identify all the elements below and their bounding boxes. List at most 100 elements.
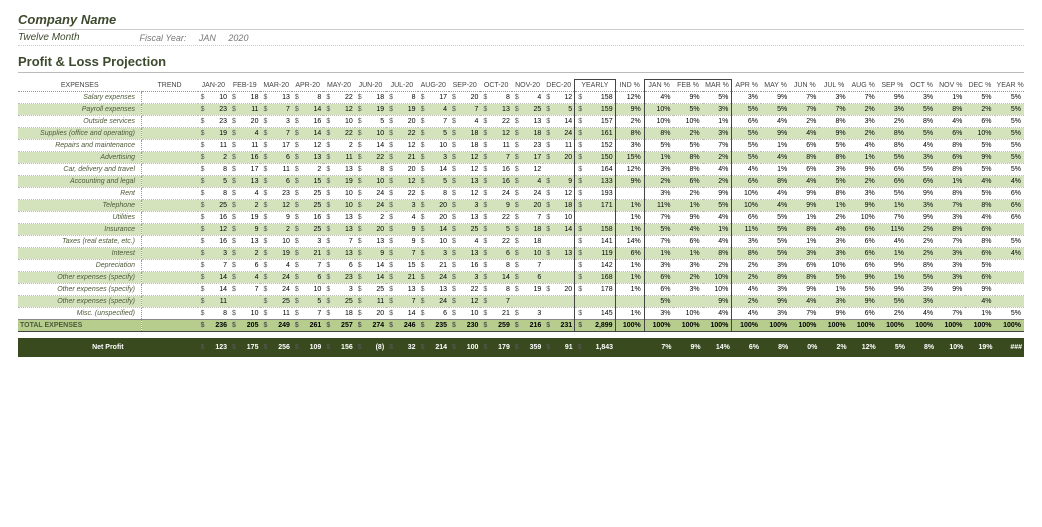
table-row: Utilities$16$19$9$16$13$2$4$20$13$22$7$1…: [18, 212, 1024, 224]
col-month: OCT-20: [480, 80, 511, 92]
money-cell: $21: [480, 308, 511, 320]
pct-cell: 5%: [732, 128, 761, 140]
row-label: Repairs and maintenance: [18, 140, 142, 152]
pct-cell: 8%: [878, 140, 907, 152]
money-cell: $8: [418, 188, 449, 200]
pct-cell: 9%: [878, 92, 907, 104]
money-cell: $141: [575, 236, 615, 248]
money-cell: $6: [512, 272, 543, 284]
money-cell: $20: [543, 152, 574, 164]
pct-cell: 4%: [790, 128, 819, 140]
table-row: Interest$3$2$19$21$13$9$7$3$13$6$10$13$1…: [18, 248, 1024, 260]
money-cell: [543, 296, 574, 308]
row-label: Other expenses (specify): [18, 296, 142, 308]
money-cell: $256: [260, 338, 291, 357]
money-cell: $13: [323, 224, 354, 236]
pct-cell: 3%: [936, 248, 965, 260]
pct-cell: 3%: [907, 284, 936, 296]
pct-cell: 5%: [761, 104, 790, 116]
money-cell: $14: [198, 284, 229, 296]
pct-cell: 3%: [761, 308, 790, 320]
money-cell: $3: [449, 272, 480, 284]
money-cell: $20: [355, 224, 386, 236]
pct-cell: 100%: [819, 320, 848, 332]
pct-cell: 4%: [965, 212, 994, 224]
money-cell: $4: [449, 116, 480, 128]
pct-cell: 7%: [644, 212, 673, 224]
money-cell: $19: [198, 128, 229, 140]
pct-cell: 5%: [673, 104, 702, 116]
money-cell: [543, 272, 574, 284]
pct-cell: 5%: [995, 152, 1024, 164]
pct-cell: 2%: [849, 104, 878, 116]
pct-cell: 1%: [819, 284, 848, 296]
money-cell: $20: [418, 212, 449, 224]
money-cell: $91: [543, 338, 574, 357]
money-cell: $4: [386, 212, 417, 224]
pct-cell: 2%: [790, 116, 819, 128]
money-cell: $10: [323, 188, 354, 200]
money-cell: $4: [512, 176, 543, 188]
money-cell: $7: [480, 152, 511, 164]
col-trend: TREND: [142, 80, 198, 92]
pct-cell: 7%: [790, 92, 819, 104]
money-cell: $11: [260, 164, 291, 176]
money-cell: $18: [512, 236, 543, 248]
money-cell: $8: [386, 92, 417, 104]
money-cell: $22: [449, 284, 480, 296]
money-cell: $133: [575, 176, 615, 188]
col-pct: JUL %: [819, 80, 848, 92]
pct-cell: 5%: [732, 140, 761, 152]
pct-cell: 4%: [732, 284, 761, 296]
money-cell: $10: [355, 128, 386, 140]
pct-cell: 11%: [644, 200, 673, 212]
money-cell: $20: [512, 200, 543, 212]
pct-cell: 3%: [819, 236, 848, 248]
pct-cell: 9%: [878, 284, 907, 296]
money-cell: $20: [386, 164, 417, 176]
money-cell: $11: [198, 296, 229, 308]
pct-cell: 7%: [703, 140, 732, 152]
money-cell: $22: [323, 128, 354, 140]
table-row: Supplies (office and operating)$19$4$7$1…: [18, 128, 1024, 140]
pct-cell: 9%: [615, 176, 644, 188]
money-cell: $13: [292, 152, 323, 164]
trend-cell: [142, 104, 198, 116]
col-pct: FEB %: [673, 80, 702, 92]
money-cell: $20: [543, 284, 574, 296]
trend-cell: [142, 188, 198, 200]
pct-cell: 6%: [965, 248, 994, 260]
money-cell: $150: [575, 152, 615, 164]
pct-cell: 8%: [790, 272, 819, 284]
pct-cell: 8%: [936, 224, 965, 236]
pct-cell: 5%: [995, 104, 1024, 116]
money-cell: $12: [512, 164, 543, 176]
pct-cell: 4%: [878, 236, 907, 248]
pct-cell: 10%: [732, 188, 761, 200]
money-cell: $6: [418, 308, 449, 320]
col-month: FEB-19: [229, 80, 260, 92]
trend-cell: [142, 116, 198, 128]
money-cell: $18: [449, 128, 480, 140]
pct-cell: 8%: [965, 236, 994, 248]
pct-cell: 8%: [703, 248, 732, 260]
pct-cell: 8%: [965, 200, 994, 212]
money-cell: $14: [355, 260, 386, 272]
money-cell: $168: [575, 272, 615, 284]
money-cell: $18: [512, 224, 543, 236]
money-cell: $25: [292, 188, 323, 200]
pct-cell: 6%: [965, 224, 994, 236]
money-cell: $9: [480, 200, 511, 212]
money-cell: $19: [260, 248, 291, 260]
money-cell: $10: [260, 236, 291, 248]
pct-cell: 5%: [761, 236, 790, 248]
pct-cell: 5%: [995, 236, 1024, 248]
money-cell: $11: [229, 104, 260, 116]
pct-cell: 100%: [673, 320, 702, 332]
money-cell: $7: [198, 260, 229, 272]
money-cell: [575, 296, 615, 308]
money-cell: $12: [543, 188, 574, 200]
pct-cell: 3%: [703, 104, 732, 116]
money-cell: $2: [229, 248, 260, 260]
row-label: Telephone: [18, 200, 142, 212]
